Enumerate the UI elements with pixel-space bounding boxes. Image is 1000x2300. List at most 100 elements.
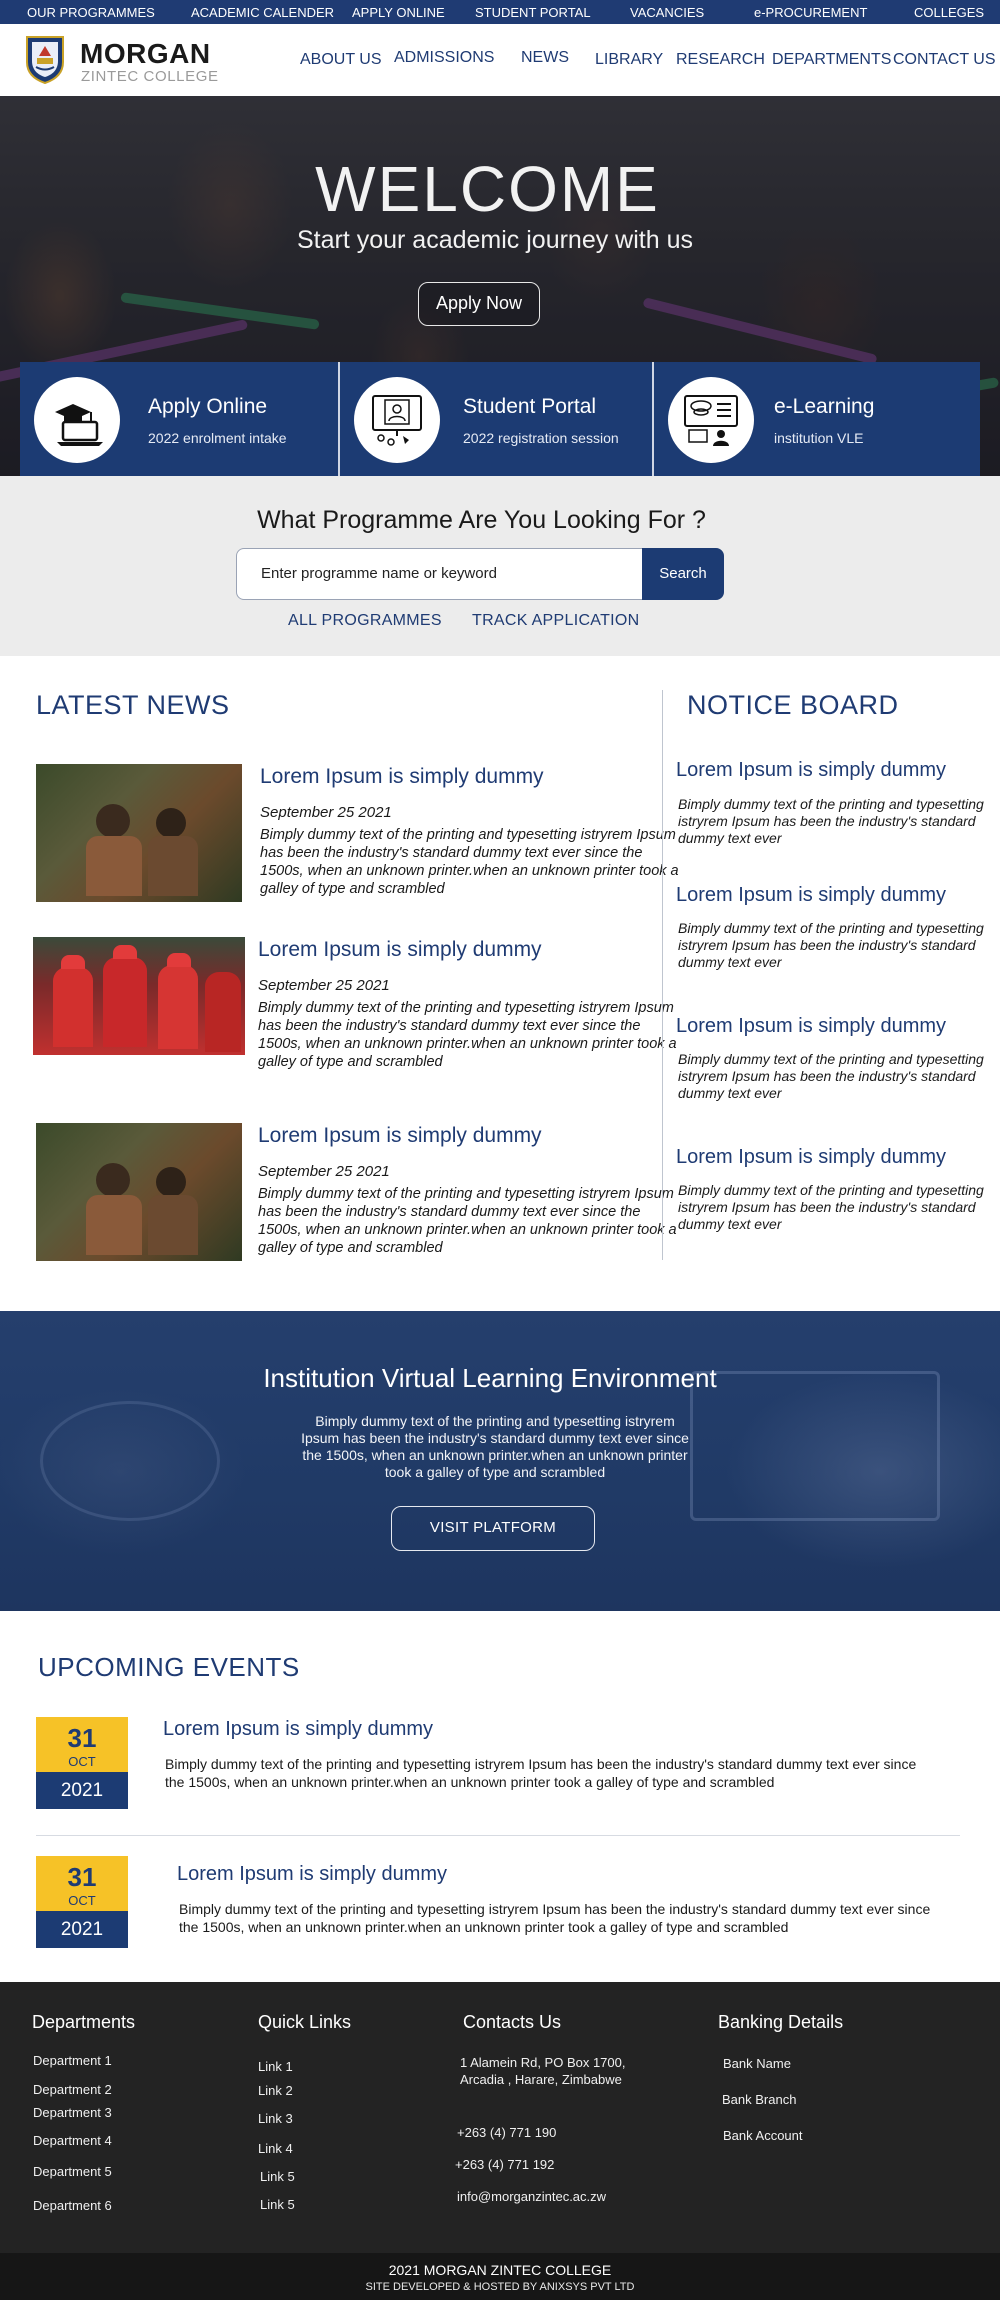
quick-access-tiles: Apply Online 2022 enrolment intake Stude…: [20, 362, 980, 476]
footer-link-department[interactable]: Department 5: [33, 2164, 112, 2179]
tile-student-portal[interactable]: Student Portal 2022 registration session: [340, 362, 652, 476]
event-title[interactable]: Lorem Ipsum is simply dummy: [177, 1863, 447, 1886]
notice-excerpt: Bimply dummy text of the printing and ty…: [678, 1182, 984, 1232]
nav-news[interactable]: NEWS: [521, 49, 569, 67]
contact-phone[interactable]: +263 (4) 771 190: [457, 2125, 556, 2140]
footer-link-department[interactable]: Department 6: [33, 2198, 112, 2213]
footer-quick-link[interactable]: Link 3: [258, 2111, 293, 2126]
event-date-badge: 31 OCT 2021: [36, 1856, 128, 1948]
notice-title[interactable]: Lorem Ipsum is simply dummy: [676, 1015, 946, 1038]
event-year: 2021: [36, 1911, 128, 1948]
tile-apply-online[interactable]: Apply Online 2022 enrolment intake: [20, 362, 338, 476]
news-title[interactable]: Lorem Ipsum is simply dummy: [260, 765, 544, 789]
news-image[interactable]: [33, 937, 245, 1055]
site-header: MORGAN ZINTEC COLLEGE ABOUT US ADMISSION…: [0, 24, 1000, 96]
footer-link-department[interactable]: Department 1: [33, 2053, 112, 2068]
vle-title: Institution Virtual Learning Environment: [263, 1363, 717, 1393]
news-image[interactable]: [36, 764, 242, 902]
latest-news-heading: LATEST NEWS: [36, 690, 230, 720]
section-divider: [662, 690, 663, 1260]
news-title[interactable]: Lorem Ipsum is simply dummy: [258, 938, 542, 962]
tile-title: e-Learning: [774, 395, 875, 418]
footer-quick-link[interactable]: Link 2: [258, 2083, 293, 2098]
event-month: OCT: [68, 1893, 96, 1908]
bank-detail: Bank Account: [723, 2128, 803, 2143]
brand-name[interactable]: MORGAN: [80, 38, 211, 70]
news-excerpt: Bimply dummy text of the printing and ty…: [258, 1000, 677, 1070]
news-title[interactable]: Lorem Ipsum is simply dummy: [258, 1124, 542, 1148]
footer-quick-link[interactable]: Link 1: [258, 2059, 293, 2074]
footer-link-department[interactable]: Department 2: [33, 2082, 112, 2097]
tile-e-learning[interactable]: e-Learning institution VLE: [654, 362, 980, 476]
news-image[interactable]: [36, 1123, 242, 1261]
footer-link-department[interactable]: Department 3: [33, 2105, 112, 2120]
copyright-text: 2021 MORGAN ZINTEC COLLEGE: [388, 2262, 612, 2278]
news-date: September 25 2021: [258, 977, 390, 994]
bank-detail: Bank Branch: [722, 2092, 797, 2107]
upcoming-events-heading: UPCOMING EVENTS: [38, 1652, 300, 1682]
news-excerpt: Bimply dummy text of the printing and ty…: [258, 1186, 677, 1256]
tile-icon-circle: [34, 377, 120, 463]
contact-email[interactable]: info@morganzintec.ac.zw: [457, 2189, 606, 2204]
track-application-link[interactable]: TRACK APPLICATION: [472, 612, 640, 630]
visit-platform-button[interactable]: VISIT PLATFORM: [391, 1506, 595, 1551]
programme-search-section: What Programme Are You Looking For ? Ent…: [0, 476, 1000, 656]
footer-quick-link[interactable]: Link 4: [258, 2141, 293, 2156]
notice-board-heading: NOTICE BOARD: [687, 690, 899, 720]
contact-phone[interactable]: +263 (4) 771 192: [455, 2157, 554, 2172]
footer-link-department[interactable]: Department 4: [33, 2133, 112, 2148]
tile-title: Student Portal: [463, 395, 597, 418]
event-month: OCT: [68, 1754, 96, 1769]
footer-quick-link[interactable]: Link 5: [260, 2169, 295, 2184]
hero-title: WELCOME: [315, 153, 660, 225]
event-day: 31: [67, 1723, 97, 1753]
topbar-link-e-procurement[interactable]: e-PROCUREMENT: [754, 5, 867, 20]
footer-heading-contacts: Contacts Us: [463, 2012, 562, 2032]
event-day: 31: [67, 1862, 97, 1892]
tile-title: Apply Online: [148, 395, 268, 418]
notice-excerpt: Bimply dummy text of the printing and ty…: [678, 920, 984, 970]
footer-quick-link[interactable]: Link 5: [260, 2197, 295, 2212]
news-date: September 25 2021: [258, 1163, 390, 1180]
apply-now-button[interactable]: Apply Now: [418, 282, 540, 326]
notice-title[interactable]: Lorem Ipsum is simply dummy: [676, 759, 946, 782]
footer-heading-departments: Departments: [32, 2012, 136, 2032]
topbar-link-colleges[interactable]: COLLEGES: [914, 5, 984, 20]
background-shape: [40, 1401, 220, 1521]
topbar-link-academic-calendar[interactable]: ACADEMIC CALENDER: [191, 5, 334, 20]
topbar-link-student-portal[interactable]: STUDENT PORTAL: [475, 5, 591, 20]
news-excerpt: Bimply dummy text of the printing and ty…: [260, 827, 679, 897]
developer-credit: SITE DEVELOPED & HOSTED BY ANIXSYS PVT L…: [365, 2281, 635, 2293]
event-description: Bimply dummy text of the printing and ty…: [179, 1901, 931, 1935]
event-year: 2021: [36, 1772, 128, 1809]
nav-departments[interactable]: DEPARTMENTS: [772, 51, 891, 69]
bank-detail: Bank Name: [723, 2056, 791, 2071]
notice-title[interactable]: Lorem Ipsum is simply dummy: [676, 1146, 946, 1169]
hero-subtitle: Start your academic journey with us: [296, 226, 693, 254]
vle-description: Bimply dummy text of the printing and ty…: [301, 1413, 689, 1480]
tile-subtitle: 2022 registration session: [463, 430, 619, 446]
notice-title[interactable]: Lorem Ipsum is simply dummy: [676, 884, 946, 907]
event-divider: [36, 1835, 960, 1836]
event-date-badge: 31 OCT 2021: [36, 1717, 128, 1809]
footer-heading-quick-links: Quick Links: [258, 2012, 352, 2032]
event-description: Bimply dummy text of the printing and ty…: [165, 1756, 917, 1790]
tile-icon-circle: [354, 377, 440, 463]
nav-library[interactable]: LIBRARY: [595, 51, 663, 69]
nav-research[interactable]: RESEARCH: [676, 51, 765, 69]
tile-icon-circle: [668, 377, 754, 463]
event-title[interactable]: Lorem Ipsum is simply dummy: [163, 1718, 433, 1741]
nav-about-us[interactable]: ABOUT US: [300, 51, 382, 69]
search-button[interactable]: Search: [642, 548, 724, 600]
topbar-link-programmes[interactable]: OUR PROGRAMMES: [27, 5, 155, 20]
tile-subtitle: institution VLE: [774, 430, 864, 446]
nav-admissions[interactable]: ADMISSIONS: [394, 49, 494, 67]
all-programmes-link[interactable]: ALL PROGRAMMES: [288, 612, 442, 630]
nav-contact-us[interactable]: CONTACT US: [893, 51, 996, 69]
topbar-link-apply-online[interactable]: APPLY ONLINE: [352, 5, 445, 20]
brand-subtitle: ZINTEC COLLEGE: [81, 68, 219, 85]
college-crest-icon[interactable]: [24, 34, 66, 84]
programme-search-input[interactable]: Enter programme name or keyword: [236, 548, 644, 600]
notice-excerpt: Bimply dummy text of the printing and ty…: [678, 796, 984, 846]
topbar-link-vacancies[interactable]: VACANCIES: [630, 5, 704, 20]
